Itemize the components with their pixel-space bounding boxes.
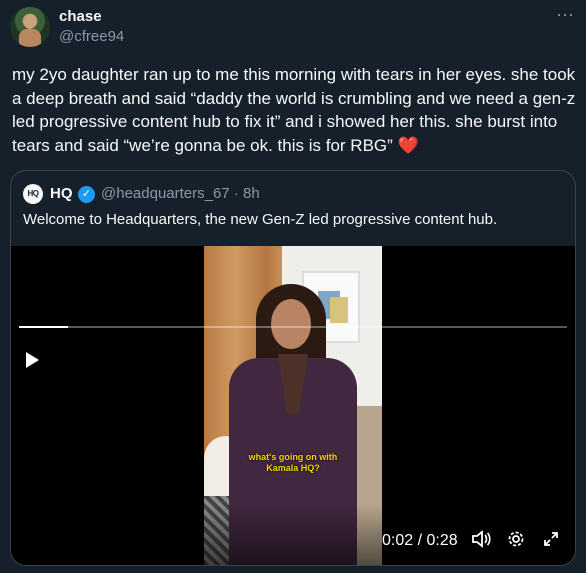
video-player[interactable]: what's going on with Kamala HQ? 0:02 / 0… <box>11 246 575 565</box>
quote-author-handle[interactable]: @headquarters_67 · 8h <box>101 185 260 202</box>
quoted-tweet[interactable]: HQ HQ ✓ @headquarters_67 · 8h Welcome to… <box>10 170 576 566</box>
progress-bar[interactable] <box>19 326 567 328</box>
quote-author-name[interactable]: HQ <box>50 185 73 202</box>
author-handle[interactable]: @cfree94 <box>59 28 124 45</box>
heart-emoji: ❤️ <box>397 135 419 155</box>
video-time: 0:02 / 0:28 <box>382 532 458 549</box>
video-caption: what's going on with Kamala HQ? <box>248 452 338 473</box>
progress-fill <box>19 326 69 328</box>
author-avatar[interactable] <box>10 7 50 47</box>
hq-logo[interactable]: HQ <box>23 184 43 204</box>
quote-text: Welcome to Headquarters, the new Gen-Z l… <box>23 211 498 228</box>
author-name[interactable]: chase <box>59 8 102 25</box>
settings-gear-icon[interactable] <box>505 530 527 548</box>
tweet-text: my 2yo daughter ran up to me this mornin… <box>12 65 576 155</box>
more-icon[interactable]: ··· <box>556 4 574 24</box>
volume-icon[interactable] <box>470 530 492 548</box>
verified-badge-icon: ✓ <box>78 186 95 203</box>
fullscreen-icon[interactable] <box>540 530 562 548</box>
play-icon[interactable] <box>26 352 39 368</box>
